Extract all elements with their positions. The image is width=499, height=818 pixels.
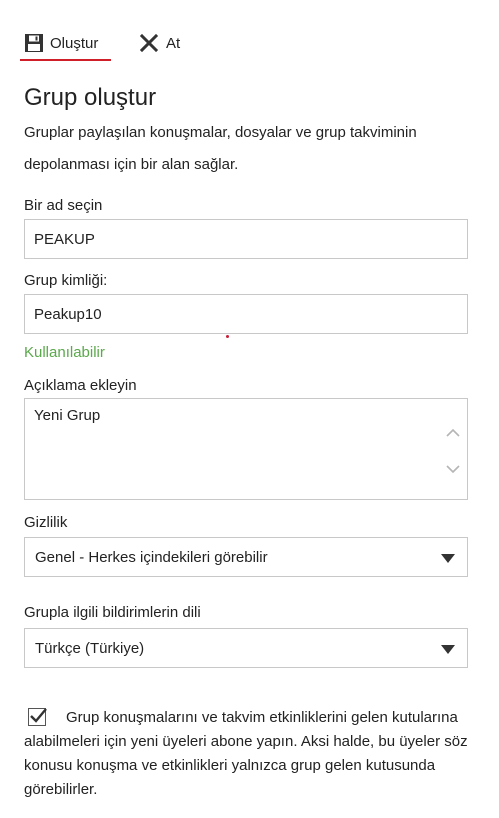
privacy-selected-value: Genel - Herkes içindekileri görebilir	[35, 549, 268, 566]
create-button-label: Oluştur	[50, 34, 99, 52]
close-x-icon	[140, 34, 158, 52]
page-title: Grup oluştur	[24, 84, 157, 111]
subscribe-checkbox[interactable]	[28, 708, 47, 726]
description-textarea[interactable]: Yeni Grup	[25, 399, 435, 499]
discard-button[interactable]: At	[140, 30, 180, 56]
language-selected-value: Türkçe (Türkiye)	[35, 640, 145, 657]
caret-down-icon	[441, 645, 455, 654]
checkmark-icon	[30, 708, 47, 723]
group-id-input[interactable]	[24, 294, 468, 334]
description-textarea-container: Yeni Grup	[24, 398, 468, 500]
chevron-up-icon[interactable]	[443, 423, 463, 443]
create-button[interactable]: Oluştur	[24, 30, 98, 56]
active-command-underline	[20, 59, 111, 61]
caret-down-icon	[441, 554, 455, 563]
privacy-dropdown[interactable]: Genel - Herkes içindekileri görebilir	[24, 537, 468, 577]
command-bar: Oluştur At	[0, 0, 499, 70]
availability-status: Kullanılabilir	[24, 344, 105, 361]
privacy-label: Gizlilik	[24, 514, 68, 531]
chevron-down-icon[interactable]	[443, 459, 463, 479]
name-field-label: Bir ad seçin	[24, 197, 103, 214]
subscribe-description: Grup konuşmalarını ve takvim etkinlikler…	[24, 709, 468, 798]
floppy-disk-icon	[25, 34, 43, 52]
cursor-marker	[226, 335, 229, 338]
group-id-label: Grup kimliği:	[24, 272, 108, 289]
discard-button-label: At	[166, 34, 181, 52]
language-dropdown[interactable]: Türkçe (Türkiye)	[24, 628, 468, 668]
group-name-input[interactable]	[24, 219, 468, 259]
description-label: Açıklama ekleyin	[24, 377, 137, 394]
language-label: Grupla ilgili bildirimlerin dili	[24, 604, 201, 621]
subscribe-option: Grup konuşmalarını ve takvim etkinlikler…	[24, 706, 474, 802]
page-description: Gruplar paylaşılan konuşmalar, dosyalar …	[24, 124, 417, 173]
